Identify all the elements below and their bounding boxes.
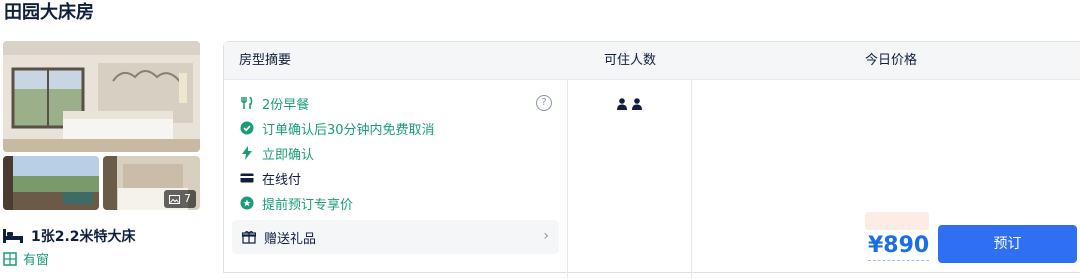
chevron-right-icon: › [543,228,549,244]
room-thumbnail-bedroom[interactable]: 7 [103,156,200,210]
rate-table: 房型摘要 可住人数 今日价格 2份早餐 ? 订单确认后30分钟内免费取消 立即确… [223,41,1080,279]
bed-icon [3,229,23,243]
price: ¥890 [868,232,930,261]
window-icon [3,251,17,266]
bed-info: 1张2.2米特大床 [3,226,136,246]
header-room-summary: 房型摘要 [239,53,292,68]
gift-label: 赠送礼品 [264,231,317,247]
benefit-text: 立即确认 [262,147,315,163]
two-person-icon [617,98,642,110]
photo-count-number: 7 [184,192,191,205]
max-guests [617,98,643,110]
benefit-advance-price: 提前预订专享价 [240,193,353,213]
table-header: 房型摘要 可住人数 今日价格 [224,42,1080,80]
check-circle-icon [240,121,254,135]
help-icon[interactable]: ? [536,95,552,111]
bed-label: 1张2.2米特大床 [31,229,136,245]
benefit-instant-confirm: 立即确认 [240,143,314,163]
benefit-online-payment: 在线付 [240,168,301,188]
image-icon [169,194,180,204]
lightning-icon [242,146,252,160]
fork-knife-icon [241,96,253,109]
column-divider [567,79,568,279]
benefit-free-cancel: 订单确认后30分钟内免费取消 [240,118,435,138]
window-label: 有窗 [23,253,50,268]
benefit-text: 订单确认后30分钟内免费取消 [262,122,435,138]
benefit-text: 2份早餐 [262,97,310,113]
price-promo-tag [865,212,929,230]
card-icon [240,173,254,183]
room-thumbnail-balcony[interactable] [3,156,99,210]
book-button[interactable]: 预订 [938,225,1077,263]
room-title: 田园大床房 [4,2,94,23]
header-price: 今日价格 [865,53,918,68]
star-badge-icon [240,196,254,210]
column-divider [691,79,692,279]
benefit-text: 提前预订专享价 [262,197,354,213]
gift-row[interactable]: 赠送礼品 › [232,220,559,254]
room-main-photo[interactable] [3,41,200,152]
gift-icon [242,230,256,244]
benefit-text: 在线付 [262,172,302,188]
header-guests: 可住人数 [604,53,657,68]
photo-count-badge[interactable]: 7 [164,190,196,208]
benefit-breakfast: 2份早餐 [240,93,309,113]
window-info: 有窗 [3,249,49,268]
